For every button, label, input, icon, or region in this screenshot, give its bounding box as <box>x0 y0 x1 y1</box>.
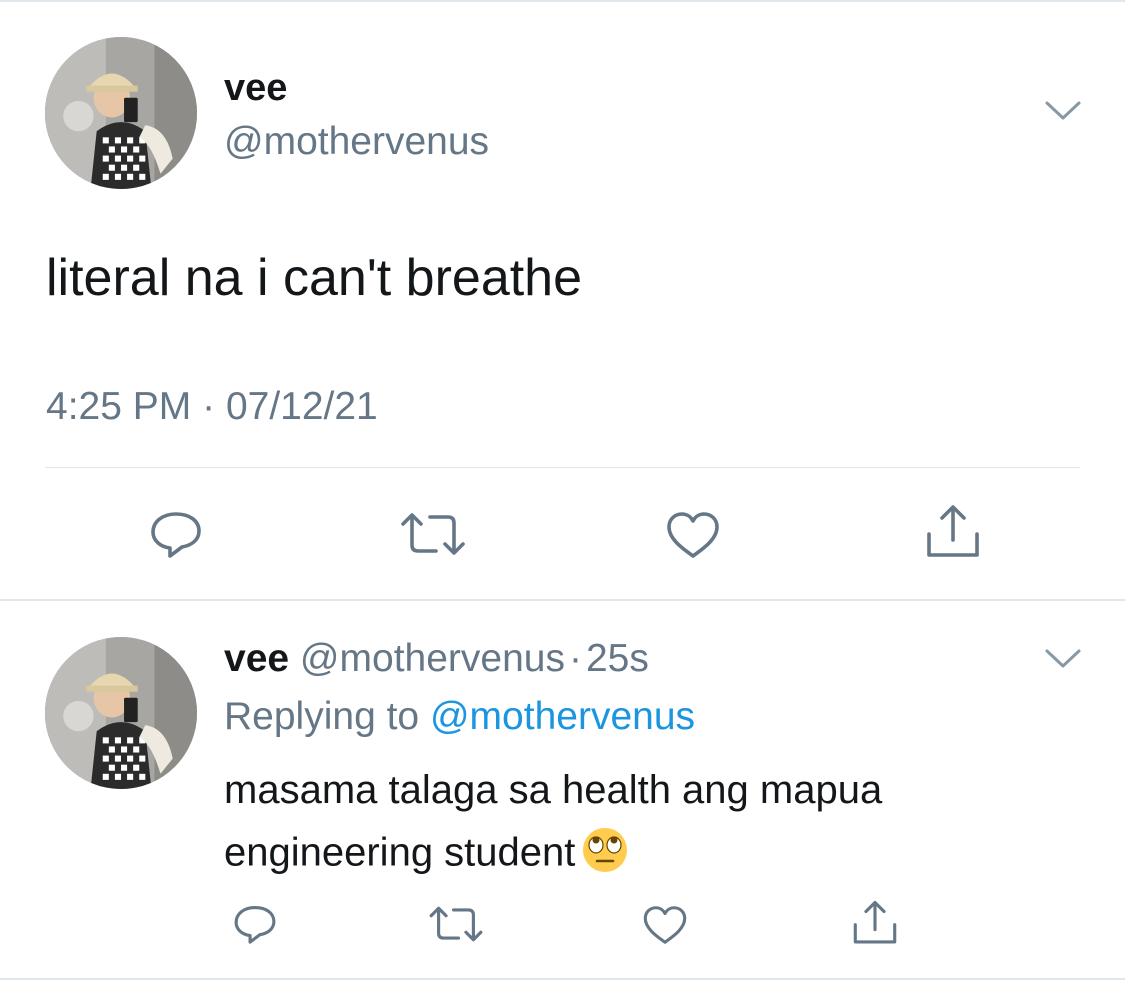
retweet-icon[interactable] <box>398 509 468 559</box>
reply-text-line-1: masama talaga sa health ang mapua <box>224 768 883 812</box>
replying-prefix: Replying to <box>224 695 420 738</box>
tweet-date: 07/12/21 <box>225 385 378 428</box>
reply-age: 25s <box>585 637 649 680</box>
reply-chevron-down-icon[interactable] <box>1044 646 1082 670</box>
reply-reply-icon[interactable] <box>232 903 278 945</box>
avatar-photo <box>45 37 197 189</box>
reply-display-name[interactable]: vee <box>224 637 289 680</box>
reply-icon[interactable] <box>148 509 204 559</box>
reply-retweet-icon[interactable] <box>427 903 485 945</box>
separator-dot: · <box>202 385 216 428</box>
separator-dot: · <box>568 637 582 680</box>
bottom-divider <box>0 978 1125 980</box>
reply-avatar[interactable] <box>45 637 197 789</box>
rolling-eyes-emoji-icon <box>581 826 629 884</box>
reply-like-icon[interactable] <box>642 904 688 946</box>
reply-share-icon[interactable] <box>851 900 899 946</box>
tweet-timestamp: 4:25 PM · 07/12/21 <box>46 385 378 429</box>
replying-handle-link[interactable]: @mothervenus <box>430 695 695 738</box>
tweet-text: literal na i can't breathe <box>46 249 583 307</box>
display-name[interactable]: vee <box>224 68 287 108</box>
share-icon[interactable] <box>924 504 982 560</box>
reply-text-line-2: engineering student <box>224 826 629 884</box>
reply-header: vee @mothervenus · 25s <box>224 637 649 681</box>
tweet-time: 4:25 PM <box>46 385 192 428</box>
avatar[interactable] <box>45 37 197 189</box>
user-handle[interactable]: @mothervenus <box>224 120 489 164</box>
top-divider <box>0 0 1125 2</box>
tweet-divider <box>0 599 1125 601</box>
avatar-photo <box>45 637 197 789</box>
reply-user-handle[interactable]: @mothervenus <box>300 637 565 680</box>
reply-text-line-2-text: engineering student <box>224 830 576 875</box>
meta-divider <box>45 467 1080 468</box>
like-icon[interactable] <box>665 510 721 560</box>
chevron-down-icon[interactable] <box>1044 98 1082 122</box>
replying-to: Replying to @mothervenus <box>224 695 695 739</box>
